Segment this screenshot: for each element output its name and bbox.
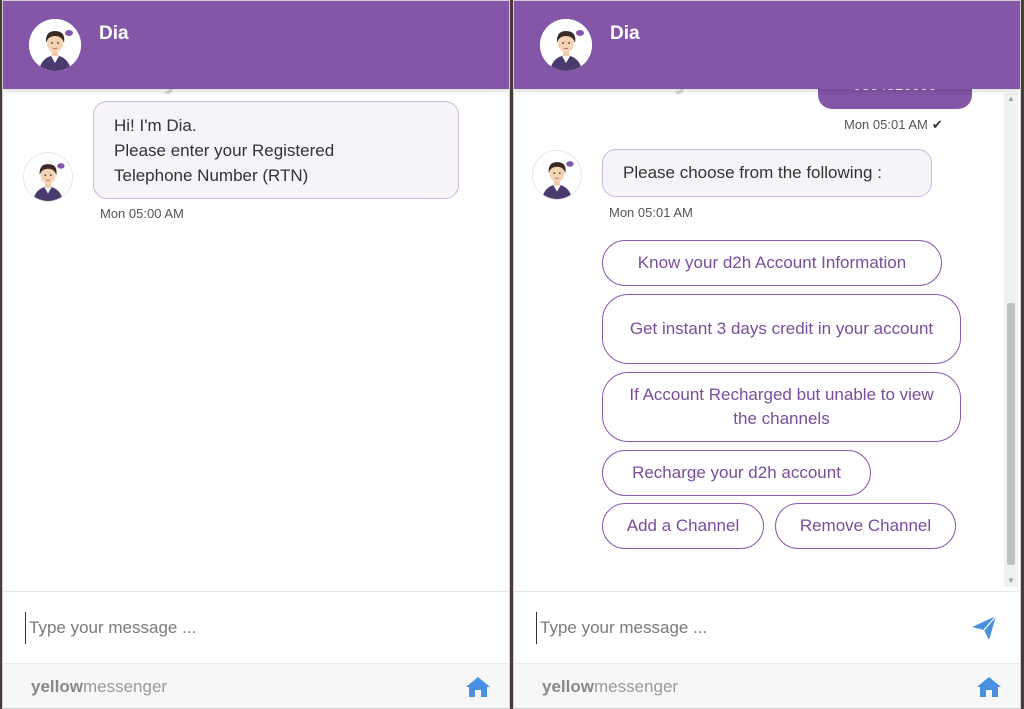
chat-footer: yellowmessenger — [3, 663, 509, 708]
check-icon: ✔ — [931, 117, 943, 132]
chat-window-right: Dia Say Hi! Dia is here! 9804520000 Mon … — [513, 0, 1021, 709]
chat-scrollbar[interactable]: ▲ ▼ — [1004, 93, 1018, 587]
home-icon[interactable] — [976, 675, 1002, 699]
dia-avatar-icon — [29, 19, 81, 71]
send-icon[interactable] — [970, 614, 998, 642]
chat-window-left: Dia Say Hi! Dia is here! Hi! I'm Dia. Pl… — [2, 0, 510, 709]
brand-logo: yellowmessenger — [31, 677, 168, 696]
composer — [3, 591, 509, 663]
dia-avatar-icon — [23, 152, 73, 202]
message-input[interactable] — [25, 612, 425, 644]
message-list[interactable]: Hi! I'm Dia. Please enter your Registere… — [3, 89, 509, 589]
message-timestamp: Mon 05:00 AM — [100, 206, 184, 221]
message-line: Hi! I'm Dia. — [114, 116, 197, 135]
home-icon[interactable] — [465, 675, 491, 699]
option-channels-issue-button[interactable]: If Account Recharged but unable to view … — [602, 372, 961, 442]
brand-logo: yellowmessenger — [542, 677, 679, 696]
bot-message-bubble: Hi! I'm Dia. Please enter your Registere… — [93, 101, 459, 199]
chat-header: Dia — [514, 1, 1020, 89]
chat-header: Dia — [3, 1, 509, 89]
chat-footer: yellowmessenger — [514, 663, 1020, 708]
option-account-info-button[interactable]: Know your d2h Account Information — [602, 240, 942, 286]
dia-avatar-icon — [532, 150, 582, 200]
message-line: Please enter your Registered — [114, 141, 335, 160]
message-timestamp: Mon 05:01 AM — [609, 205, 693, 220]
scrollbar-thumb[interactable] — [1007, 303, 1015, 565]
message-input[interactable] — [536, 612, 936, 644]
dia-avatar-icon — [540, 19, 592, 71]
option-remove-channel-button[interactable]: Remove Channel — [775, 503, 956, 549]
scroll-down-icon[interactable]: ▼ — [1004, 575, 1018, 587]
bot-message-bubble: Please choose from the following : — [602, 149, 932, 197]
message-line: Telephone Number (RTN) — [114, 166, 309, 185]
option-recharge-button[interactable]: Recharge your d2h account — [602, 450, 871, 496]
user-message-timestamp: Mon 05:01 AM ✔ — [844, 117, 943, 132]
message-list[interactable]: 9804520000 Mon 05:01 AM✔ Please choose f… — [514, 89, 1020, 589]
bot-name: Dia — [99, 23, 129, 44]
option-add-channel-button[interactable]: Add a Channel — [602, 503, 764, 549]
composer — [514, 591, 1020, 663]
bot-name: Dia — [610, 23, 640, 44]
option-instant-credit-button[interactable]: Get instant 3 days credit in your accoun… — [602, 294, 961, 364]
